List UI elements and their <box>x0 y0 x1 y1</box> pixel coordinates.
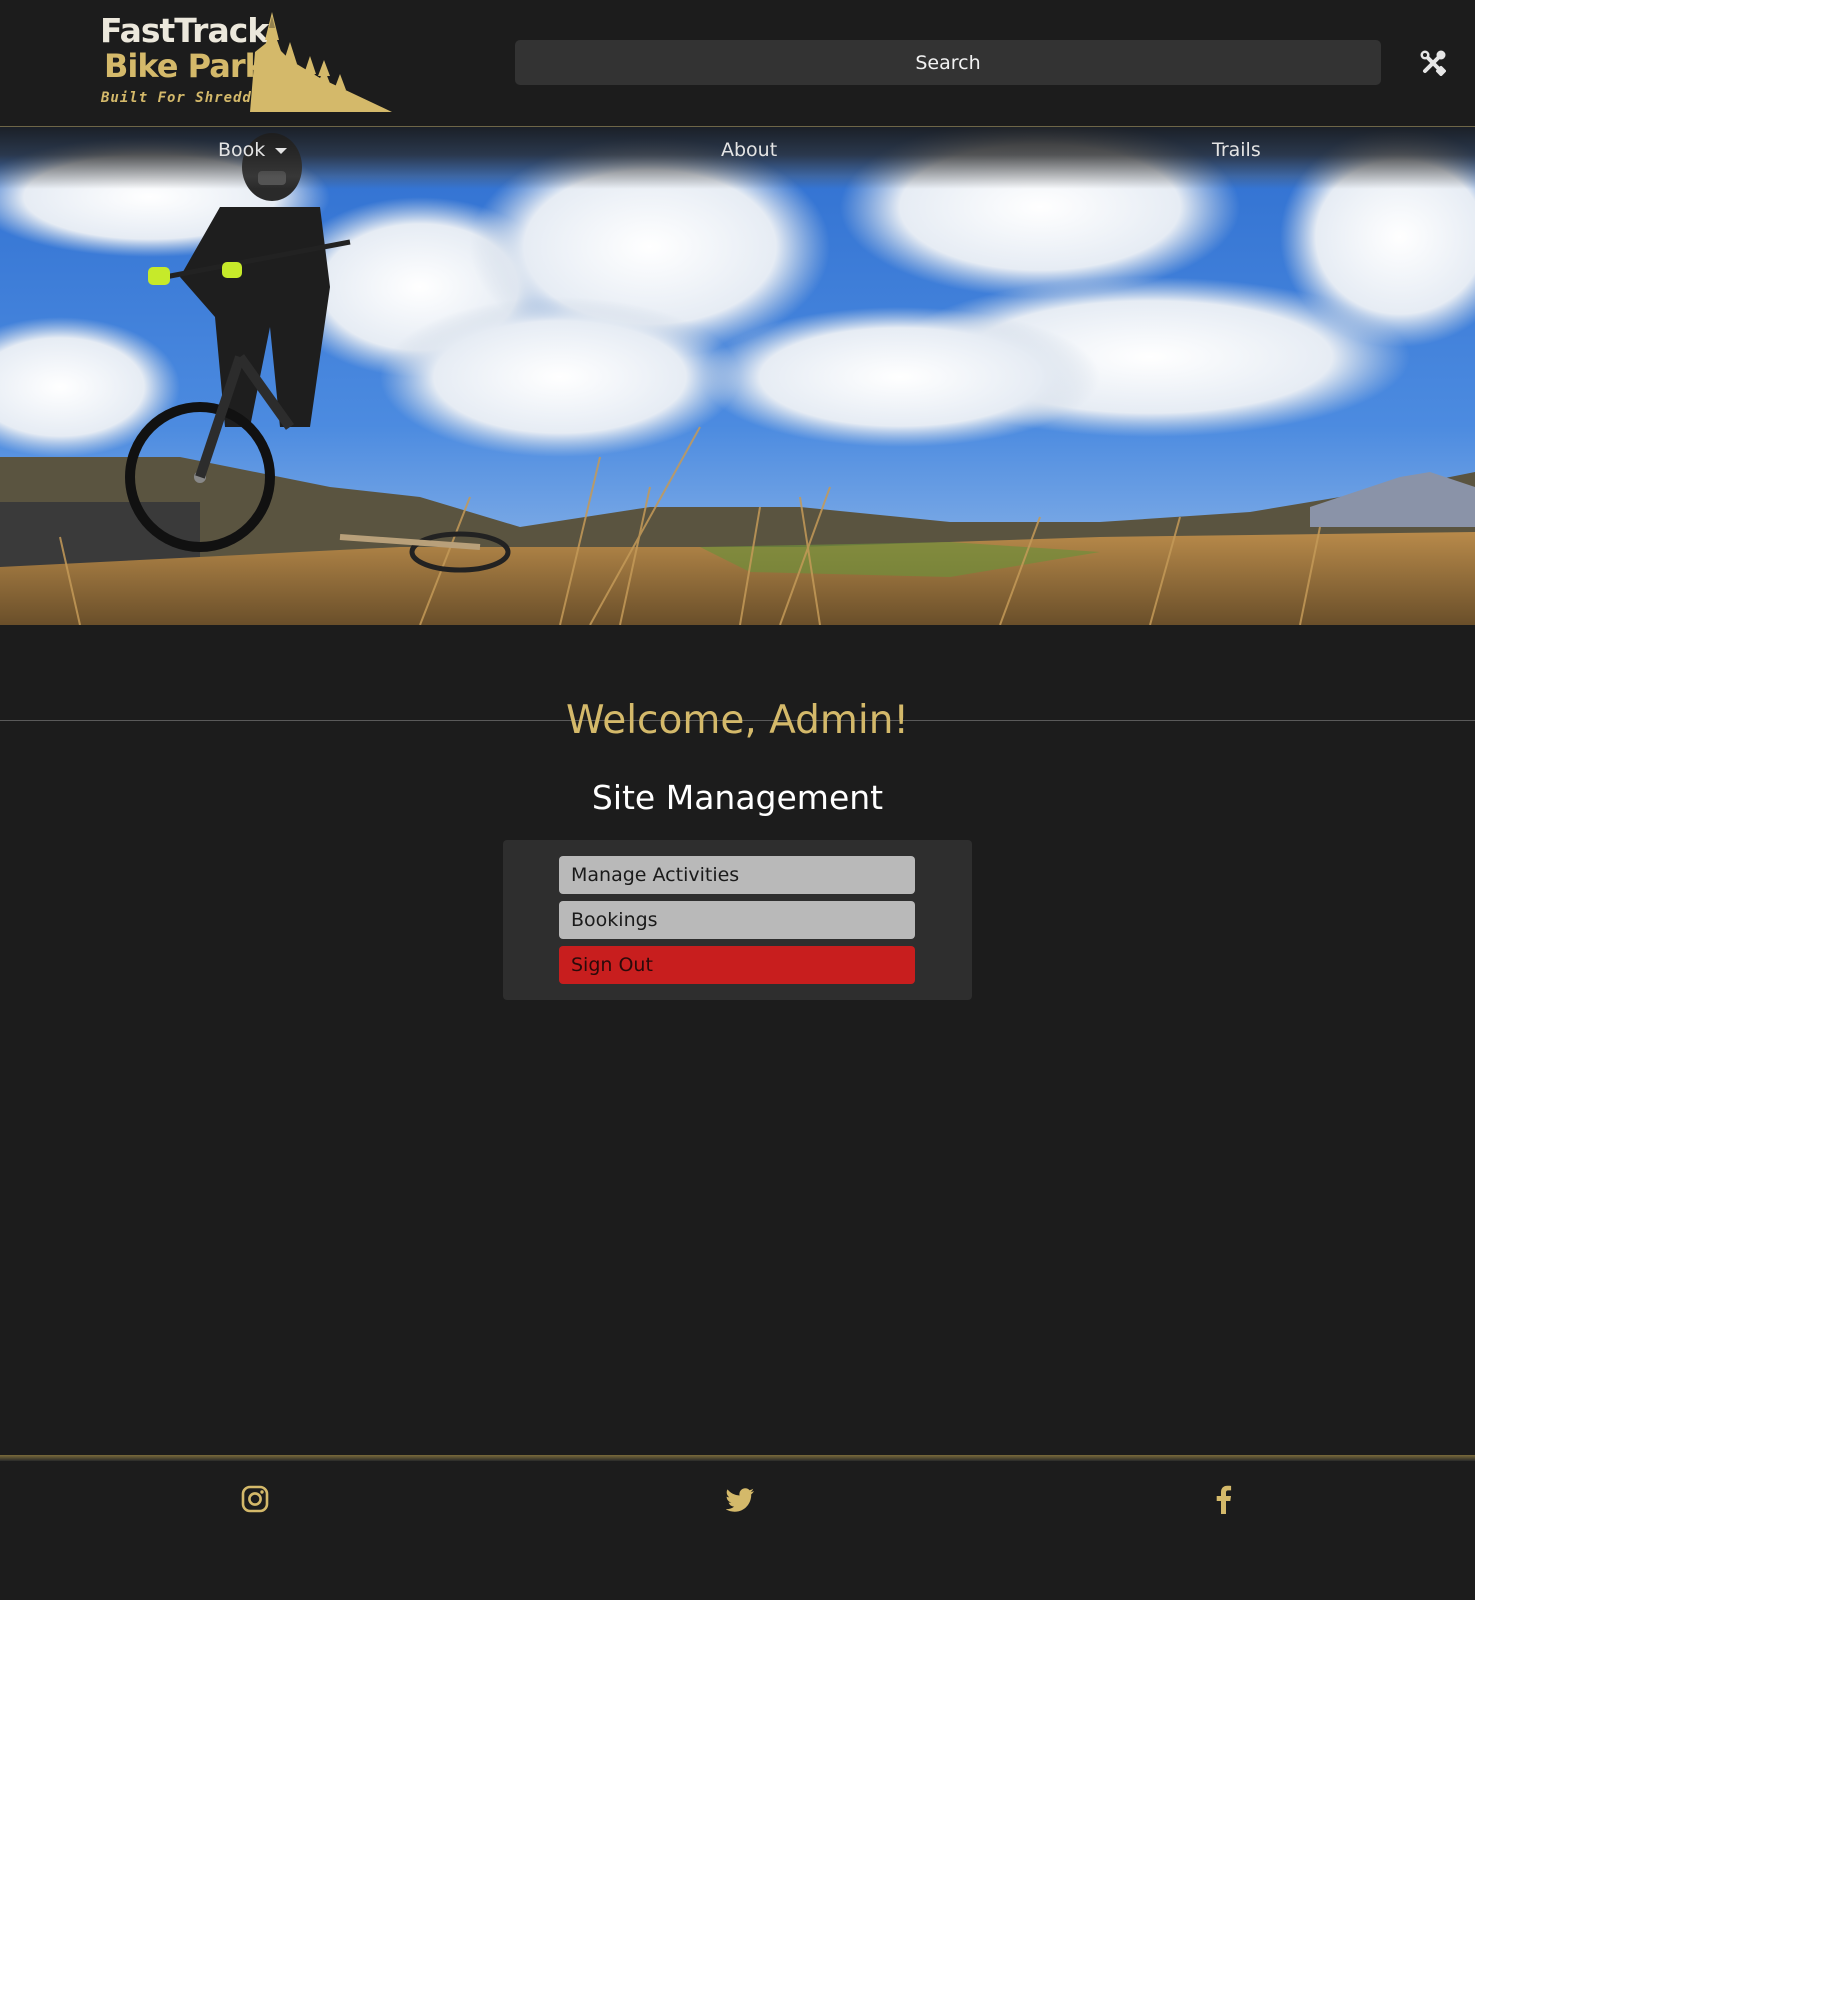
logo-mountain-icon <box>250 12 392 112</box>
footer-divider <box>0 1455 1475 1461</box>
section-title: Site Management <box>591 778 884 817</box>
logo-line-1: FastTrack <box>100 11 269 50</box>
site-logo[interactable]: FastTrack Bike Park Built For Shredding <box>98 11 392 112</box>
nav-book-dropdown[interactable]: Book <box>218 139 288 161</box>
twitter-icon[interactable] <box>726 1484 756 1514</box>
bookings-button[interactable]: Bookings <box>559 901 915 939</box>
nav-about[interactable]: About <box>721 139 777 161</box>
caret-down-icon <box>275 147 288 154</box>
management-panel: Manage Activities Bookings Sign Out <box>503 840 972 1000</box>
welcome-heading: Welcome, Admin! <box>0 696 1475 746</box>
instagram-icon[interactable] <box>240 1484 270 1514</box>
nav-trails[interactable]: Trails <box>1212 139 1261 161</box>
tools-icon[interactable] <box>1420 50 1446 76</box>
search-input[interactable] <box>515 40 1381 85</box>
welcome-text: Welcome, Admin! <box>565 698 910 743</box>
hero-image <box>0 127 1475 625</box>
logo-line-2: Bike Park <box>104 47 266 85</box>
site-header: FastTrack Bike Park Built For Shredding <box>0 0 1475 127</box>
manage-activities-button[interactable]: Manage Activities <box>559 856 915 894</box>
page: FastTrack Bike Park Built For Shredding <box>0 0 1475 1600</box>
nav-book-label: Book <box>218 139 266 161</box>
facebook-icon[interactable] <box>1209 1484 1239 1514</box>
main-navbar: Book About Trails <box>0 127 1475 189</box>
sign-out-button[interactable]: Sign Out <box>559 946 915 984</box>
